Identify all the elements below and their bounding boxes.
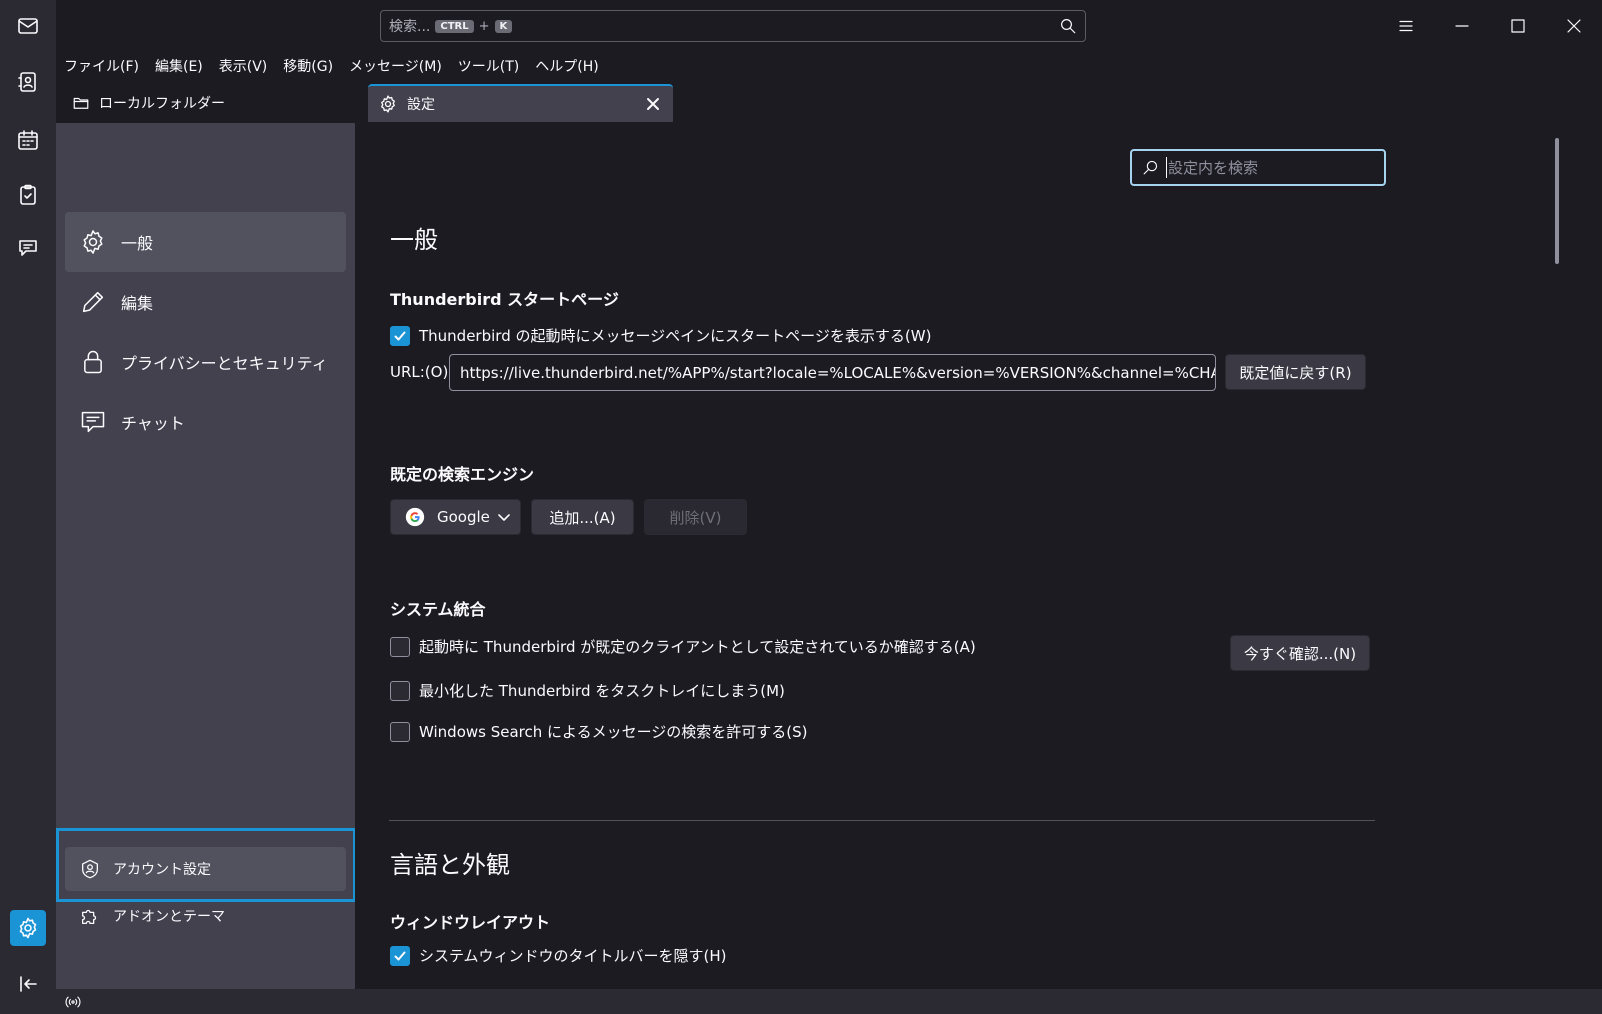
- lock-icon: [79, 348, 107, 376]
- category-general-label: 一般: [121, 234, 154, 253]
- search-placeholder: 検索...: [389, 19, 431, 35]
- global-search-input[interactable]: 検索... CTRL + K: [380, 10, 1086, 42]
- addons-label: アドオンとテーマ: [113, 909, 225, 925]
- online-status-icon[interactable]: [64, 994, 82, 1010]
- account-icon: [79, 858, 101, 880]
- start-page-url-input[interactable]: https://live.thunderbird.net/%APP%/start…: [449, 354, 1216, 391]
- minimize-tray-label: 最小化した Thunderbird をタスクトレイにしまう(M): [419, 682, 785, 700]
- menu-edit[interactable]: 編集(E): [155, 56, 203, 76]
- category-composition[interactable]: 編集: [65, 272, 346, 332]
- gear-icon: [378, 94, 398, 114]
- category-chat-label: チャット: [121, 414, 185, 433]
- tab-settings[interactable]: 設定: [368, 84, 673, 122]
- menu-file[interactable]: ファイル(F): [64, 56, 139, 76]
- menu-go[interactable]: 移動(G): [283, 56, 333, 76]
- start-page-checkbox-label: Thunderbird の起動時にメッセージペインにスタートページを表示する(W…: [419, 327, 932, 345]
- system-integration-heading: システム統合: [390, 600, 486, 619]
- category-privacy[interactable]: プライバシーとセキュリティ: [65, 332, 346, 392]
- category-composition-label: 編集: [121, 294, 154, 313]
- addons-link[interactable]: アドオンとテーマ: [65, 894, 346, 938]
- status-bar: [56, 989, 1602, 1014]
- settings-search-placeholder: 設定内を検索: [1166, 157, 1259, 178]
- tab-bar: ローカルフォルダー 設定: [56, 80, 1602, 123]
- hide-titlebar-option: システムウィンドウのタイトルバーを隠す(H): [390, 945, 727, 966]
- start-page-checkbox[interactable]: [390, 325, 410, 346]
- add-search-engine-button[interactable]: 追加...(A): [531, 499, 634, 535]
- hide-titlebar-label: システムウィンドウのタイトルバーを隠す(H): [419, 947, 727, 965]
- settings-gear-icon[interactable]: [10, 910, 46, 946]
- section-divider: [389, 820, 1375, 821]
- windows-search-option: Windows Search によるメッセージの検索を許可する(S): [390, 721, 808, 742]
- window-layout-heading: ウィンドウレイアウト: [390, 913, 551, 932]
- menu-help[interactable]: ヘルプ(H): [535, 56, 598, 76]
- check-default-label: 起動時に Thunderbird が既定のクライアントとして設定されているか確認…: [419, 638, 976, 656]
- start-page-option: Thunderbird の起動時にメッセージペインにスタートページを表示する(W…: [390, 325, 931, 346]
- restore-default-button[interactable]: 既定値に戻す(R): [1225, 354, 1366, 390]
- category-chat[interactable]: チャット: [65, 392, 346, 452]
- puzzle-icon: [79, 905, 101, 927]
- kbd-plus: +: [478, 18, 490, 34]
- check-now-button[interactable]: 今すぐ確認...(N): [1230, 635, 1370, 671]
- maximize-icon[interactable]: [1490, 0, 1546, 52]
- folder-icon: [72, 94, 90, 112]
- url-label: URL:(O): [390, 363, 449, 381]
- kbd-ctrl: CTRL: [435, 19, 474, 33]
- start-page-heading: Thunderbird スタートページ: [390, 290, 619, 309]
- start-page-url-value: https://live.thunderbird.net/%APP%/start…: [460, 363, 1216, 382]
- collapse-toolbar-icon[interactable]: [10, 966, 46, 1002]
- minimize-tray-option: 最小化した Thunderbird をタスクトレイにしまう(M): [390, 680, 785, 701]
- gear-icon: [79, 228, 107, 256]
- calendar-icon[interactable]: [10, 122, 46, 158]
- google-logo-icon: [405, 507, 425, 527]
- pencil-icon: [79, 288, 107, 316]
- section-general-title: 一般: [390, 226, 438, 254]
- account-settings-link[interactable]: アカウント設定: [65, 847, 346, 891]
- category-privacy-label: プライバシーとセキュリティ: [121, 354, 328, 373]
- check-default-checkbox[interactable]: [390, 636, 410, 657]
- settings-content: 設定内を検索 一般 Thunderbird スタートページ Thunderbir…: [355, 123, 1602, 989]
- hide-titlebar-checkbox[interactable]: [390, 945, 410, 966]
- search-engine-select[interactable]: Google: [390, 499, 521, 535]
- category-general[interactable]: 一般: [65, 212, 346, 272]
- menu-message[interactable]: メッセージ(M): [349, 56, 442, 76]
- account-settings-label: アカウント設定: [113, 862, 211, 878]
- search-icon[interactable]: [1059, 17, 1077, 35]
- content-scrollbar[interactable]: [1555, 138, 1559, 264]
- section-language-title: 言語と外観: [390, 851, 510, 879]
- tab-local-folders[interactable]: ローカルフォルダー: [62, 84, 362, 122]
- minimize-icon[interactable]: [1434, 0, 1490, 52]
- tasks-icon[interactable]: [10, 177, 46, 213]
- check-default-option: 起動時に Thunderbird が既定のクライアントとして設定されているか確認…: [390, 636, 976, 657]
- menu-view[interactable]: 表示(V): [219, 56, 268, 76]
- chevron-down-icon: [497, 510, 511, 524]
- tab-settings-label: 設定: [407, 97, 435, 113]
- address-book-icon[interactable]: [10, 64, 46, 100]
- search-icon: [1142, 159, 1159, 176]
- close-tab-icon[interactable]: [645, 96, 661, 112]
- menu-bar: ファイル(F) 編集(E) 表示(V) 移動(G) メッセージ(M) ツール(T…: [56, 52, 1602, 80]
- tab-local-folders-label: ローカルフォルダー: [99, 96, 225, 112]
- chat-icon[interactable]: [10, 230, 46, 266]
- search-engine-heading: 既定の検索エンジン: [390, 465, 535, 484]
- mail-icon[interactable]: [10, 8, 46, 44]
- menu-tools[interactable]: ツール(T): [458, 56, 519, 76]
- windows-search-checkbox[interactable]: [390, 721, 410, 742]
- spaces-toolbar: [0, 0, 56, 1014]
- minimize-tray-checkbox[interactable]: [390, 680, 410, 701]
- search-engine-selected: Google: [437, 508, 490, 526]
- windows-search-label: Windows Search によるメッセージの検索を許可する(S): [419, 723, 808, 741]
- remove-search-engine-button[interactable]: 削除(V): [644, 499, 747, 535]
- kbd-k: K: [494, 19, 513, 33]
- settings-search-input[interactable]: 設定内を検索: [1130, 149, 1386, 186]
- close-window-icon[interactable]: [1546, 0, 1602, 52]
- chat-bubble-icon: [79, 408, 107, 436]
- settings-sidebar: 一般 編集 プライバシーとセキュリティ チャット アカウント設定 アドオンとテー…: [56, 123, 355, 989]
- app-menu-icon[interactable]: [1378, 0, 1434, 52]
